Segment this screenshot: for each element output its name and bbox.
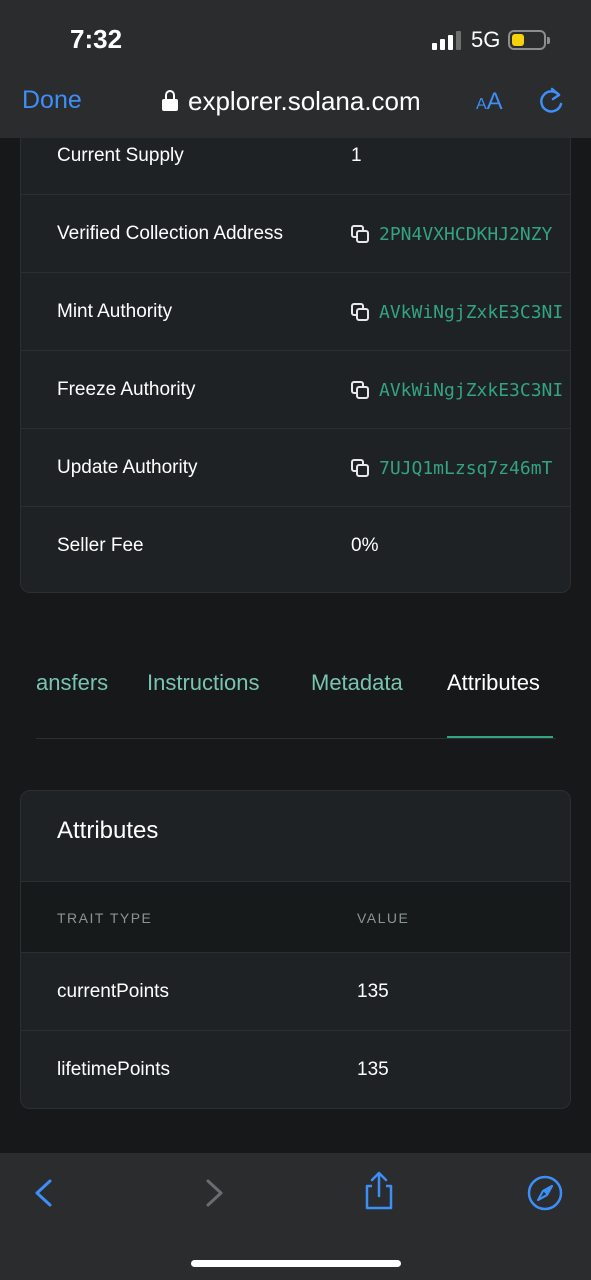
- detail-row-freeze-authority: Freeze Authority AVkWiNgjZxkE3C3NI: [21, 351, 570, 429]
- token-details-card: Current Supply 1 Verified Collection Add…: [20, 138, 571, 593]
- tab-divider: [36, 738, 556, 739]
- attributes-card: Attributes TRAIT TYPE VALUE currentPoint…: [20, 790, 571, 1109]
- lock-icon: [162, 90, 178, 112]
- page-content: Current Supply 1 Verified Collection Add…: [0, 138, 591, 1153]
- attributes-table-header: TRAIT TYPE VALUE: [21, 881, 570, 953]
- header-trait-type: TRAIT TYPE: [57, 910, 153, 926]
- tab-transfers[interactable]: ansfers: [36, 670, 108, 696]
- tab-metadata[interactable]: Metadata: [311, 670, 403, 696]
- status-time: 7:32: [70, 24, 123, 54]
- table-row: currentPoints 135: [21, 953, 570, 1031]
- header-value: VALUE: [357, 910, 410, 926]
- copy-icon[interactable]: [351, 302, 370, 322]
- battery-icon: [508, 30, 550, 50]
- tab-bar: ansfers Instructions Metadata Attributes: [0, 658, 591, 740]
- home-indicator: [191, 1260, 401, 1267]
- share-icon[interactable]: [357, 1169, 401, 1213]
- copy-icon[interactable]: [351, 458, 370, 478]
- freeze-authority-link[interactable]: AVkWiNgjZxkE3C3NI: [351, 351, 563, 429]
- detail-row-verified-collection: Verified Collection Address 2PN4VXHCDKHJ…: [21, 195, 570, 273]
- attributes-title: Attributes: [57, 817, 159, 844]
- table-row: lifetimePoints 135: [57, 1059, 389, 1080]
- compass-icon[interactable]: [523, 1171, 567, 1215]
- done-button[interactable]: Done: [22, 86, 82, 115]
- network-label: 5G: [471, 27, 501, 52]
- update-authority-link[interactable]: 7UJQ1mLzsq7z46mT: [351, 429, 552, 507]
- detail-row-current-supply: Current Supply 1: [21, 138, 570, 195]
- forward-icon[interactable]: [192, 1171, 236, 1215]
- tab-attributes[interactable]: Attributes: [447, 670, 540, 696]
- reader-settings-button[interactable]: AA: [476, 88, 503, 116]
- back-icon[interactable]: [22, 1171, 66, 1215]
- url-text: explorer.solana.com: [188, 85, 421, 116]
- active-tab-indicator: [447, 736, 553, 738]
- copy-icon[interactable]: [351, 224, 370, 244]
- browser-top-bar: 7:32 5G Done explorer.solana.com AA: [0, 0, 591, 138]
- copy-icon[interactable]: [351, 380, 370, 400]
- collection-address-link[interactable]: 2PN4VXHCDKHJ2NZY: [351, 195, 552, 273]
- refresh-icon[interactable]: [537, 86, 565, 116]
- signal-icon: [432, 30, 462, 50]
- url-bar[interactable]: explorer.solana.com: [162, 84, 421, 118]
- tab-instructions[interactable]: Instructions: [147, 670, 260, 696]
- detail-row-seller-fee: Seller Fee 0%: [57, 535, 379, 556]
- mint-authority-link[interactable]: AVkWiNgjZxkE3C3NI: [351, 273, 563, 351]
- detail-row-mint-authority: Mint Authority AVkWiNgjZxkE3C3NI: [21, 273, 570, 351]
- detail-row-update-authority: Update Authority 7UJQ1mLzsq7z46mT: [21, 429, 570, 507]
